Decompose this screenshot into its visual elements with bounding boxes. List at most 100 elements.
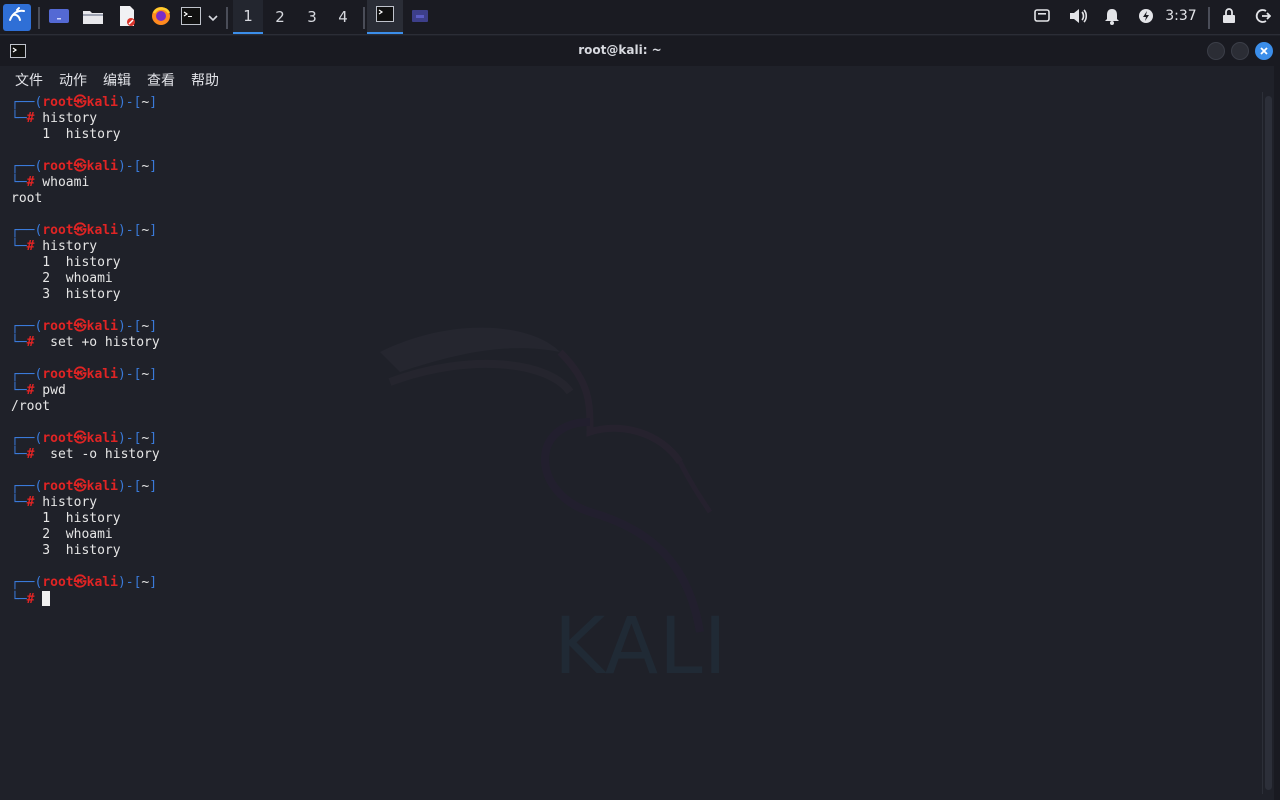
workspace-label: 2: [275, 8, 285, 26]
menu-actions[interactable]: 动作: [59, 70, 87, 90]
menu-bar: 文件 动作 编辑 查看 帮助: [0, 66, 1280, 92]
terminal-area[interactable]: KALI ┌──(root㉿kali)-[~] └─# history 1 his…: [0, 92, 1262, 800]
prompt-frame: ┌──(: [11, 431, 43, 446]
workspace-label: 1: [243, 7, 253, 25]
prompt-frame: )-[: [117, 319, 142, 334]
command-line: └─# history: [11, 239, 97, 255]
power-manager-button[interactable]: [1135, 4, 1157, 31]
command-text: [34, 592, 42, 607]
workspace-3[interactable]: 3: [297, 0, 327, 34]
menu-edit[interactable]: 编辑: [103, 70, 131, 90]
prompt-frame: ]: [149, 223, 158, 238]
taskbar-terminal-window[interactable]: [367, 0, 403, 34]
launcher-dropdown-button[interactable]: [205, 4, 221, 31]
prompt-frame: ┌──(: [11, 159, 43, 174]
panel-separator: [38, 7, 40, 29]
workspace-4[interactable]: 4: [328, 0, 358, 34]
prompt-frame: )-[: [117, 159, 142, 174]
menu-help[interactable]: 帮助: [191, 70, 219, 90]
logout-button[interactable]: [1252, 4, 1274, 31]
kali-menu-button[interactable]: [3, 4, 31, 31]
prompt-header: ┌──(root㉿kali)-[~]: [11, 479, 157, 495]
menu-file[interactable]: 文件: [15, 70, 43, 90]
prompt-frame: ]: [149, 367, 158, 382]
prompt-header: ┌──(root㉿kali)-[~]: [11, 367, 157, 383]
prompt-user: root㉿kali: [42, 223, 118, 238]
output-line: 1 history: [11, 255, 121, 270]
prompt-header: ┌──(root㉿kali)-[~]: [11, 95, 157, 111]
logout-icon: [1255, 8, 1272, 28]
prompt-frame: └─: [11, 383, 27, 398]
text-cursor: [42, 591, 51, 606]
prompt-header: ┌──(root㉿kali)-[~]: [11, 159, 157, 175]
terminal-icon: [376, 6, 394, 26]
bell-icon: [1104, 7, 1120, 29]
prompt-frame: )-[: [117, 367, 142, 382]
prompt-frame: ┌──(: [11, 575, 43, 590]
command-line: └─# history: [11, 111, 97, 127]
prompt-frame: └─: [11, 335, 27, 350]
prompt-frame: └─: [11, 239, 27, 254]
show-desktop-button[interactable]: [46, 4, 72, 31]
prompt-frame: )-[: [117, 479, 142, 494]
maximize-button[interactable]: [1231, 42, 1249, 60]
display-icon: [1034, 8, 1050, 27]
workspace-2[interactable]: 2: [265, 0, 295, 34]
prompt-frame: └─: [11, 592, 27, 607]
command-text: pwd: [34, 383, 66, 398]
close-button[interactable]: [1255, 42, 1273, 60]
command-line: └─# whoami: [11, 175, 89, 191]
workspace-1[interactable]: 1: [233, 0, 263, 34]
command-text: whoami: [34, 175, 90, 190]
panel-separator: [226, 7, 228, 29]
terminal-scrollbar[interactable]: [1262, 92, 1274, 794]
command-line: └─# set +o history: [11, 335, 160, 351]
lock-screen-button[interactable]: [1218, 4, 1240, 31]
menu-view[interactable]: 查看: [147, 70, 175, 90]
scrollbar-thumb[interactable]: [1265, 96, 1272, 790]
window-titlebar[interactable]: root@kali: ~: [0, 36, 1280, 66]
output-line: 2 whoami: [11, 527, 113, 542]
prompt-user: root㉿kali: [42, 367, 118, 382]
volume-button[interactable]: [1066, 4, 1090, 31]
text-editor-icon: [117, 5, 137, 31]
terminal-icon: [181, 6, 201, 29]
command-line: └─# set -o history: [11, 447, 160, 463]
prompt-frame: ]: [149, 159, 158, 174]
terminal-launcher-button[interactable]: [180, 4, 202, 31]
volume-icon: [1068, 7, 1088, 29]
wallpaper-kali-text: KALI: [554, 602, 728, 692]
desktop-icon: [411, 8, 429, 27]
prompt-frame: ]: [149, 431, 158, 446]
file-manager-icon: [82, 7, 104, 29]
text-editor-button[interactable]: [114, 4, 140, 31]
taskbar-desktop-window[interactable]: [402, 0, 438, 34]
input-line: └─#: [11, 591, 51, 607]
prompt-frame: ┌──(: [11, 367, 43, 382]
command-text: history: [34, 239, 98, 254]
prompt-header: ┌──(root㉿kali)-[~]: [11, 223, 157, 239]
output-line: /root: [11, 399, 51, 414]
display-settings-button[interactable]: [1031, 4, 1053, 31]
clock[interactable]: 3:37: [1164, 8, 1198, 26]
file-manager-button[interactable]: [80, 4, 106, 31]
prompt-frame: └─: [11, 447, 27, 462]
output-line: 3 history: [11, 543, 121, 558]
prompt-user: root㉿kali: [42, 431, 118, 446]
output-line: 1 history: [11, 127, 121, 142]
prompt-user: root㉿kali: [42, 479, 118, 494]
prompt-frame: ┌──(: [11, 223, 43, 238]
command-line: └─# history: [11, 495, 97, 511]
panel-separator: [363, 7, 365, 29]
prompt-frame: ]: [149, 575, 158, 590]
output-line: 1 history: [11, 511, 121, 526]
prompt-frame: )-[: [117, 95, 142, 110]
prompt-header: ┌──(root㉿kali)-[~]: [11, 319, 157, 335]
prompt-user: root㉿kali: [42, 95, 118, 110]
minimize-button[interactable]: [1207, 42, 1225, 60]
firefox-button[interactable]: [148, 4, 174, 31]
prompt-frame: )-[: [117, 431, 142, 446]
desktop-icon: [48, 7, 70, 29]
panel-separator: [1208, 7, 1210, 29]
notifications-button[interactable]: [1101, 4, 1123, 31]
